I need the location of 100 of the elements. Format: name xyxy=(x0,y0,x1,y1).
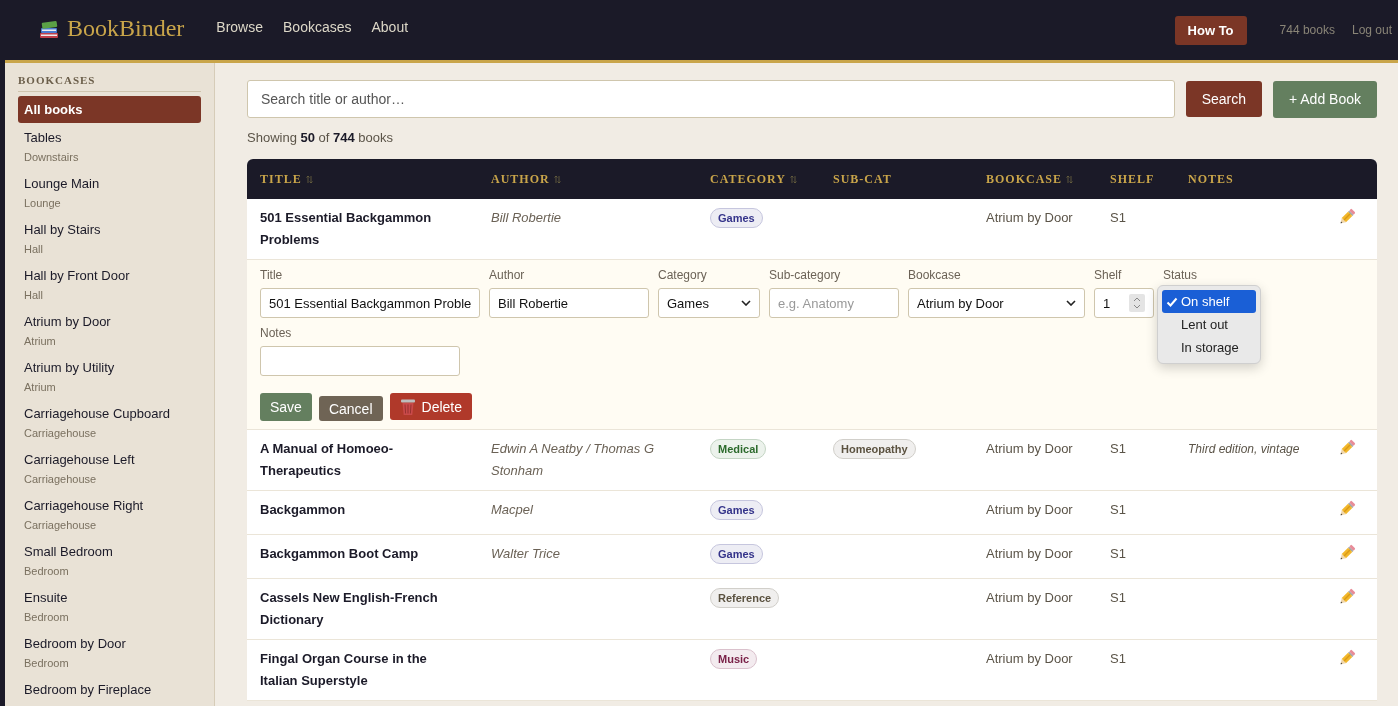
books-icon xyxy=(38,20,60,40)
column-header[interactable]: NOTES xyxy=(1188,171,1234,187)
delete-button[interactable]: Delete xyxy=(389,393,472,420)
bookcase-name: Bedroom by Door xyxy=(24,636,127,652)
column-header[interactable]: BOOKCASE xyxy=(986,171,1062,187)
sidebar-item[interactable]: Bedroom by Door Bedroom xyxy=(18,630,201,675)
bookcase-name: Atrium by Door xyxy=(986,546,1073,561)
bookcase-name: Tables xyxy=(24,130,63,146)
input-field[interactable]: Bill Robertie xyxy=(489,288,649,318)
field-label: Bookcase xyxy=(908,268,962,282)
category-tag: Games xyxy=(710,544,763,564)
sidebar-item[interactable]: Tables Downstairs xyxy=(18,124,201,169)
sidebar-item[interactable]: Atrium by Utility Atrium xyxy=(18,354,201,399)
bookcase-location: Atrium xyxy=(24,334,57,348)
book-title: 501 Essential Backgammon Problems xyxy=(260,210,432,247)
sidebar-item[interactable]: Bedroom by Fireplace xyxy=(18,676,201,703)
bookcase-name: Atrium by Door xyxy=(986,590,1073,605)
chevron-icon xyxy=(1066,300,1076,306)
bookcase-name: Hall by Front Door xyxy=(24,268,131,284)
logo-text: BookBinder xyxy=(67,15,185,42)
bookcase-name: Carriagehouse Cupboard xyxy=(24,406,171,422)
shelf-label: S1 xyxy=(1110,651,1126,666)
sidebar-item[interactable]: Hall by Stairs Hall xyxy=(18,216,201,261)
field-label: Status xyxy=(1163,268,1199,282)
category-tag: Medical xyxy=(710,439,767,459)
sort-icon xyxy=(305,174,313,184)
bookcase-name: Atrium by Door xyxy=(986,210,1073,225)
sidebar-item[interactable]: Carriagehouse Cupboard Carriagehouse xyxy=(18,400,201,445)
select-field[interactable]: Atrium by Door xyxy=(908,288,1085,318)
sidebar-item[interactable]: Hall by Front Door Hall xyxy=(18,262,201,307)
book-author: Walter Trice xyxy=(491,546,560,561)
save-button[interactable]: Save xyxy=(260,392,312,421)
how-to-button[interactable]: How To xyxy=(1174,15,1247,45)
bookcase-location: Downstairs xyxy=(24,150,80,164)
book-title: A Manual of Homoeo-Therapeutics xyxy=(260,441,394,478)
book-author: Macpel xyxy=(491,502,533,517)
sidebar-item[interactable]: Ensuite Bedroom xyxy=(18,584,201,629)
bookcase-name: Small Bedroom xyxy=(24,544,114,560)
field-label: Title xyxy=(260,268,284,282)
shelf-label: S1 xyxy=(1110,441,1126,456)
results-summary: Showing 50 of 744 books xyxy=(247,130,395,145)
sidebar-item[interactable]: Lounge Main Lounge xyxy=(18,170,201,215)
bookcase-location: Bedroom xyxy=(24,564,70,578)
shelf-label: S1 xyxy=(1110,590,1126,605)
spinner-icon xyxy=(1129,294,1145,312)
sidebar-item[interactable]: Small Bedroom Bedroom xyxy=(18,538,201,583)
subcategory-tag: Homeopathy xyxy=(833,439,916,459)
input-field[interactable]: 501 Essential Backgammon Proble xyxy=(260,288,480,318)
category-tag: Games xyxy=(710,208,763,228)
select-field[interactable]: Games xyxy=(658,288,760,318)
nav-link[interactable]: About xyxy=(371,19,409,35)
field-label: Notes xyxy=(260,326,293,340)
book-author: Bill Robertie xyxy=(491,210,562,225)
logout-link[interactable]: Log out xyxy=(1351,23,1392,37)
column-header[interactable]: CATEGORY xyxy=(710,171,787,187)
bookcase-location: Carriagehouse xyxy=(24,518,98,532)
book-count: 744 books xyxy=(1279,23,1335,37)
bookcase-name: Carriagehouse Right xyxy=(24,498,145,514)
sidebar-item[interactable]: Carriagehouse Right Carriagehouse xyxy=(18,492,201,537)
field-label: Shelf xyxy=(1094,268,1123,282)
bookcase-name: Atrium by Door xyxy=(986,441,1073,456)
menu-option[interactable]: On shelf xyxy=(1162,290,1256,313)
column-header[interactable]: SHELF xyxy=(1110,171,1155,187)
menu-option[interactable]: Lent out xyxy=(1162,313,1256,336)
bookcase-name: All books xyxy=(24,102,84,118)
nav-link[interactable]: Bookcases xyxy=(283,19,352,35)
book-title: Fingal Organ Course in the Italian Superstyle xyxy=(260,651,427,688)
number-field[interactable]: 1 xyxy=(1094,288,1154,318)
bookcase-name: Atrium by Door xyxy=(986,651,1073,666)
add-book-button[interactable]: + Add Book xyxy=(1273,80,1377,118)
sort-icon xyxy=(790,174,798,184)
bookcase-name: Carriagehouse Left xyxy=(24,452,136,468)
cancel-button[interactable]: Cancel xyxy=(318,396,383,421)
shelf-label: S1 xyxy=(1110,546,1126,561)
menu-option[interactable]: In storage xyxy=(1162,336,1256,359)
bookcase-location: Atrium xyxy=(24,380,57,394)
search-field[interactable]: Search title or author… xyxy=(247,80,1175,118)
sidebar-item[interactable]: All books xyxy=(18,96,201,123)
bookcase-name: Lounge Main xyxy=(24,176,101,192)
category-tag: Games xyxy=(710,500,763,520)
bookcase-name: Hall by Stairs xyxy=(24,222,102,238)
nav-link[interactable]: Browse xyxy=(216,19,263,35)
trash-icon xyxy=(399,397,416,416)
sidebar-item[interactable]: Atrium by Door Atrium xyxy=(18,308,201,353)
sidebar-item[interactable]: Carriagehouse Left Carriagehouse xyxy=(18,446,201,491)
book-author: Edwin A Neatby / Thomas G Stonham xyxy=(491,441,655,478)
check-icon xyxy=(1166,295,1178,308)
column-header[interactable]: AUTHOR xyxy=(491,171,550,187)
bookcase-location: Carriagehouse xyxy=(24,426,98,440)
chevron-icon xyxy=(741,300,751,306)
book-title: Backgammon xyxy=(260,502,346,517)
column-header[interactable]: SUB-CAT xyxy=(833,171,892,187)
book-notes: Third edition, vintage xyxy=(1188,442,1300,456)
input-field[interactable]: e.g. Anatomy xyxy=(769,288,899,318)
shelf-label: S1 xyxy=(1110,502,1126,517)
search-button[interactable]: Search xyxy=(1185,81,1262,117)
column-header[interactable]: TITLE xyxy=(260,171,302,187)
input-field[interactable] xyxy=(260,346,460,376)
sidebar-heading: BOOKCASES xyxy=(18,74,201,92)
sort-icon xyxy=(1066,174,1073,184)
